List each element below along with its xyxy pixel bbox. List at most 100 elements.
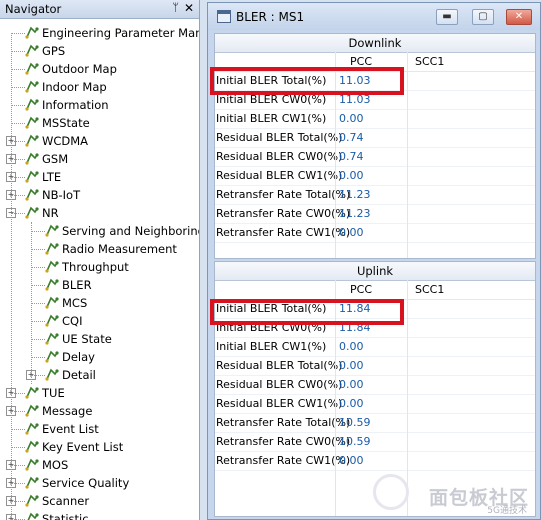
tree-item[interactable]: CQI: [0, 312, 199, 330]
table-row: Residual BLER CW0(%) 0.74: [215, 148, 535, 167]
metric-value-pcc: 10.59: [339, 416, 371, 429]
metric-name: Initial BLER CW0(%): [216, 321, 327, 334]
tree-item[interactable]: Radio Measurement: [0, 240, 199, 258]
tree-item[interactable]: MSState: [0, 114, 199, 132]
table-row: Initial BLER CW0(%) 11.03: [215, 91, 535, 110]
table-row: Residual BLER CW1(%) 0.00: [215, 395, 535, 414]
watermark-logo-icon: [373, 474, 409, 510]
metric-name: Retransfer Rate CW1(%): [216, 226, 351, 239]
tree-item[interactable]: Throughput: [0, 258, 199, 276]
close-button[interactable]: ✕: [506, 9, 532, 25]
tree-item-label: Statistic: [42, 512, 89, 520]
tree-node-icon: [25, 512, 39, 520]
tree-connector: [31, 357, 45, 358]
table-row: Initial BLER Total(%) 11.84: [215, 300, 535, 319]
tree-connector: [31, 249, 45, 250]
tree-item[interactable]: Delay: [0, 348, 199, 366]
tree-item-label: BLER: [62, 278, 92, 292]
metric-name: Retransfer Rate Total(%): [216, 416, 351, 429]
tree-item-label: WCDMA: [42, 134, 89, 148]
table-row: Residual BLER CW1(%) 0.00: [215, 167, 535, 186]
tree-item[interactable]: + Scanner: [0, 492, 199, 510]
table-row: Retransfer Rate Total(%) 10.59: [215, 414, 535, 433]
tree-item-label: Delay: [62, 350, 95, 364]
uplink-pane: Uplink PCC SCC1 Initial BLER Total(%) 11.…: [214, 261, 536, 517]
tree-item[interactable]: + LTE: [0, 168, 199, 186]
tree-connector: [31, 267, 45, 268]
tree-item-label: MCS: [62, 296, 88, 310]
tree-item-label: Throughput: [62, 260, 129, 274]
tree-item-label: Event List: [42, 422, 99, 436]
minimize-button[interactable]: ▬: [436, 9, 458, 25]
tree-item-label: GPS: [42, 44, 66, 58]
tree-node-icon: [45, 242, 59, 255]
tree-connector: [11, 195, 25, 196]
tree-item-label: TUE: [42, 386, 65, 400]
tree-node-icon: [25, 80, 39, 93]
downlink-col-scc1: SCC1: [415, 55, 445, 68]
tree-item[interactable]: + Detail: [0, 366, 199, 384]
table-row: Retransfer Rate CW1(%) 0.00: [215, 224, 535, 243]
metric-value-pcc: 0.74: [339, 131, 364, 144]
tree-item-label: Outdoor Map: [42, 62, 117, 76]
tree-connector: [11, 213, 25, 214]
metric-value-pcc: 0.00: [339, 397, 364, 410]
tree-item[interactable]: + Service Quality: [0, 474, 199, 492]
tree-node-icon: [25, 494, 39, 507]
tree-connector: [31, 285, 45, 286]
tree-item[interactable]: + MOS: [0, 456, 199, 474]
metric-name: Initial BLER CW1(%): [216, 112, 327, 125]
tree-connector: [11, 465, 25, 466]
tree-item-label: NR: [42, 206, 59, 220]
table-row: Residual BLER Total(%) 0.74: [215, 129, 535, 148]
tree-node-icon: [25, 476, 39, 489]
tree-item[interactable]: Event List: [0, 420, 199, 438]
column-divider: [335, 280, 336, 516]
navigator-header: Navigator ᛘ ✕: [0, 0, 199, 19]
metric-name: Initial BLER CW0(%): [216, 93, 327, 106]
tree-item[interactable]: Key Event List: [0, 438, 199, 456]
tree-connector: [11, 141, 25, 142]
watermark-subtext: 5G通技术: [487, 506, 527, 516]
tree-item[interactable]: MCS: [0, 294, 199, 312]
tree-item[interactable]: + GSM: [0, 150, 199, 168]
tree-item[interactable]: + Statistic: [0, 510, 199, 520]
tree-item[interactable]: + Message: [0, 402, 199, 420]
metric-value-pcc: 11.84: [339, 321, 371, 334]
tree-node-icon: [25, 170, 39, 183]
close-icon[interactable]: ✕: [184, 1, 194, 15]
table-row: Residual BLER CW0(%) 0.00: [215, 376, 535, 395]
tree-item[interactable]: Indoor Map: [0, 78, 199, 96]
tree-node-icon: [45, 260, 59, 273]
tree-item-label: GSM: [42, 152, 69, 166]
tree-guide-line: [11, 33, 12, 520]
tree-item[interactable]: GPS: [0, 42, 199, 60]
metric-name: Residual BLER Total(%): [216, 131, 343, 144]
tree-item-label: Scanner: [42, 494, 90, 508]
metric-value-pcc: 11.84: [339, 302, 371, 315]
downlink-pane: Downlink PCC SCC1 Initial BLER Total(%) 1…: [214, 33, 536, 259]
tree-item[interactable]: Engineering Parameter Manag: [0, 24, 199, 42]
tree-node-icon: [45, 368, 59, 381]
tree-node-icon: [25, 98, 39, 111]
tree-item[interactable]: BLER: [0, 276, 199, 294]
table-row: Initial BLER CW1(%) 0.00: [215, 110, 535, 129]
tree-node-icon: [25, 152, 39, 165]
tree-item[interactable]: + WCDMA: [0, 132, 199, 150]
maximize-button[interactable]: ▢: [472, 9, 494, 25]
tree-item[interactable]: − NR: [0, 204, 199, 222]
tree-item[interactable]: UE State: [0, 330, 199, 348]
tree-item[interactable]: Outdoor Map: [0, 60, 199, 78]
tree-item[interactable]: + TUE: [0, 384, 199, 402]
window-titlebar[interactable]: BLER : MS1 ▬ ▢ ✕: [208, 3, 540, 30]
tree-connector: [11, 177, 25, 178]
tree-item[interactable]: Information: [0, 96, 199, 114]
column-divider: [335, 52, 336, 258]
tree-guide-line: [31, 222, 32, 384]
pin-icon[interactable]: ᛘ: [172, 1, 179, 14]
tree-node-icon: [45, 332, 59, 345]
tree-item[interactable]: + NB-IoT: [0, 186, 199, 204]
tree-connector: [11, 87, 25, 88]
table-row: Initial BLER CW1(%) 0.00: [215, 338, 535, 357]
tree-item[interactable]: Serving and Neighboring: [0, 222, 199, 240]
